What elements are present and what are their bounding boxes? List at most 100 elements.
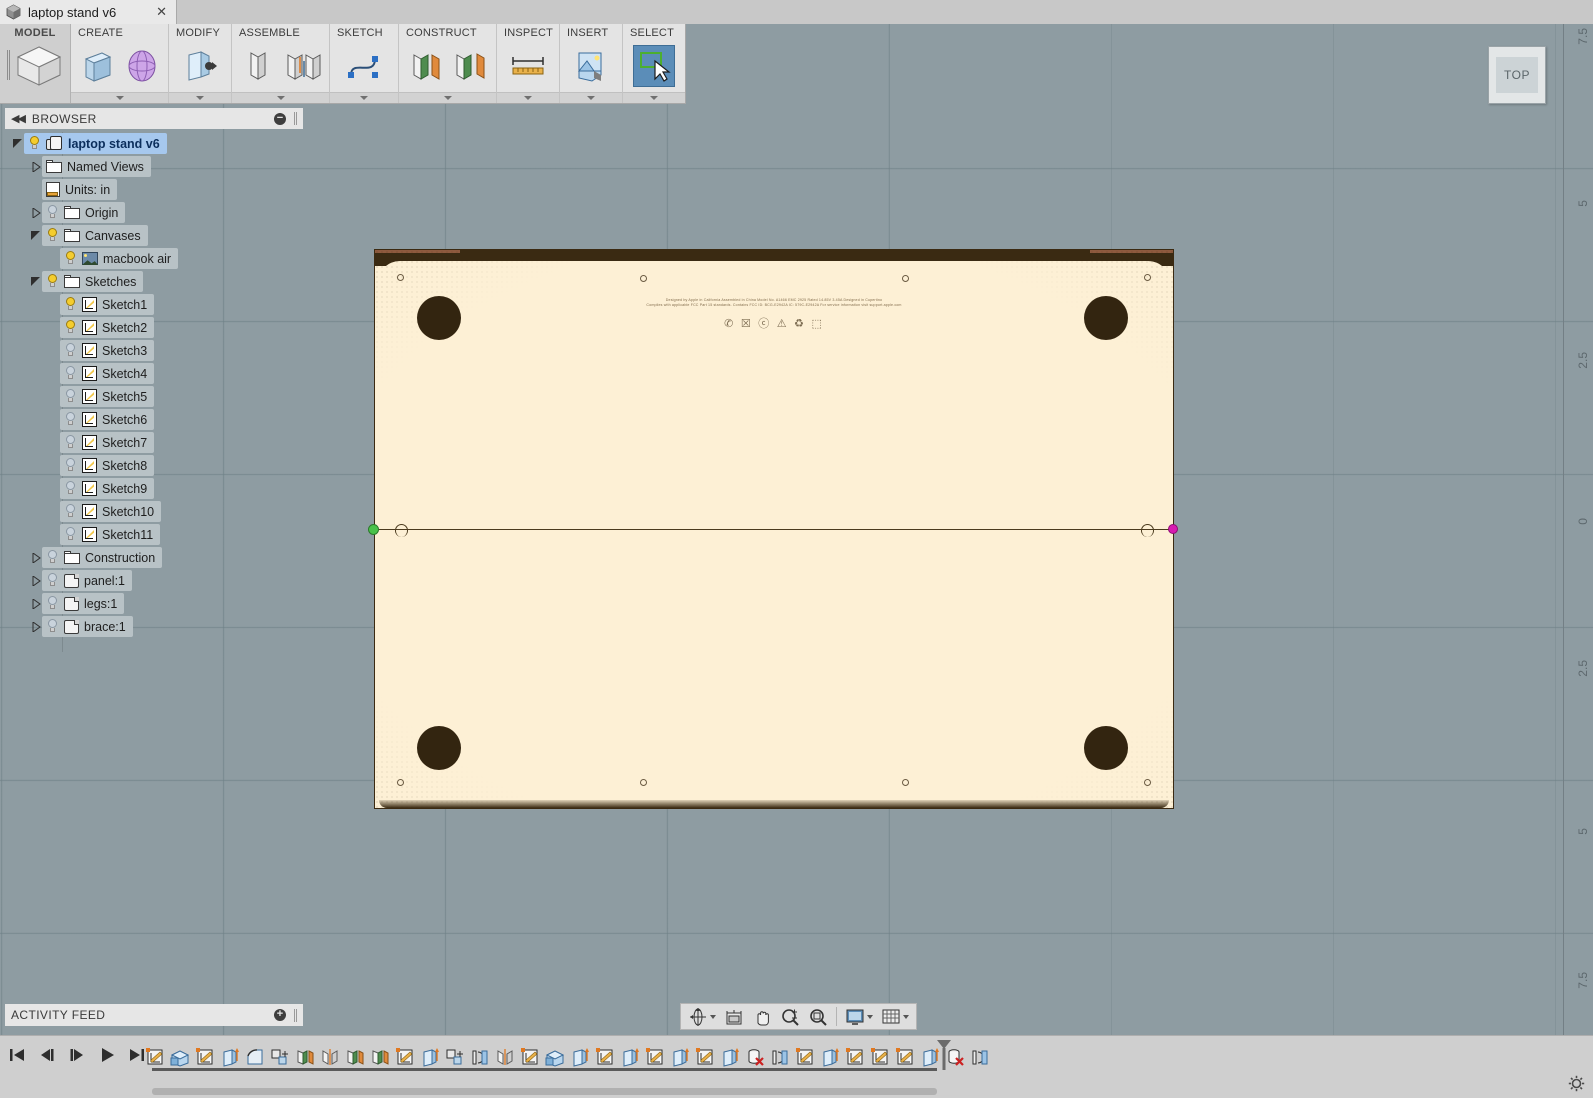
- light-bulb-icon[interactable]: [64, 297, 77, 312]
- tree-item-pill[interactable]: Named Views: [42, 156, 151, 177]
- go-to-beginning-icon[interactable]: [8, 1046, 26, 1064]
- document-tab[interactable]: laptop stand v6 ✕: [0, 0, 177, 24]
- tree-item-pill[interactable]: Sketch11: [60, 524, 160, 545]
- tree-item-pill[interactable]: Origin: [42, 202, 125, 223]
- chevron-right-icon[interactable]: [30, 161, 42, 173]
- tree-item-pill[interactable]: Canvases: [42, 225, 148, 246]
- tree-item-named-views[interactable]: Named Views: [0, 155, 310, 178]
- tree-item-panel-1[interactable]: panel:1: [0, 569, 310, 592]
- ribbon-panel-assemble-dropdown[interactable]: [232, 92, 329, 103]
- play-icon[interactable]: [98, 1046, 116, 1064]
- tree-item-macbook-air[interactable]: macbook air: [0, 247, 310, 270]
- chevron-down-icon[interactable]: [30, 276, 42, 288]
- timeline-feature-extrude[interactable]: [543, 1044, 566, 1069]
- tree-item-sketches[interactable]: Sketches: [0, 270, 310, 293]
- tree-item-sketch5[interactable]: Sketch5: [0, 385, 310, 408]
- timeline-feature-sketch[interactable]: [843, 1044, 866, 1069]
- zoom-icon[interactable]: [777, 1006, 803, 1028]
- timeline-feature-offset-plane[interactable]: [293, 1044, 316, 1069]
- timeline-feature-sketch[interactable]: [193, 1044, 216, 1069]
- timeline-scrollbar[interactable]: [152, 1088, 937, 1095]
- tree-item-sketch8[interactable]: Sketch8: [0, 454, 310, 477]
- tree-item-laptop-stand-v6[interactable]: laptop stand v6: [0, 132, 310, 155]
- tree-item-sketch7[interactable]: Sketch7: [0, 431, 310, 454]
- ribbon-panel-inspect-dropdown[interactable]: [497, 92, 559, 103]
- light-bulb-icon[interactable]: [28, 136, 41, 151]
- chevron-right-icon[interactable]: [30, 207, 42, 219]
- tree-item-pill[interactable]: Sketch8: [60, 455, 154, 476]
- tree-item-pill[interactable]: macbook air: [60, 248, 178, 269]
- tree-item-pill[interactable]: Sketch9: [60, 478, 154, 499]
- extrude-icon[interactable]: [76, 45, 118, 87]
- resize-grip-icon[interactable]: [294, 112, 297, 125]
- joint-icon[interactable]: [282, 45, 324, 87]
- timeline-feature-sketch[interactable]: [643, 1044, 666, 1069]
- timeline-feature-press-pull[interactable]: [618, 1044, 641, 1069]
- display-settings-icon[interactable]: [842, 1006, 876, 1028]
- timeline-feature-mirror[interactable]: [318, 1044, 341, 1069]
- step-forward-icon[interactable]: [68, 1046, 86, 1064]
- timeline-feature-press-pull[interactable]: [418, 1044, 441, 1069]
- tree-item-sketch1[interactable]: Sketch1: [0, 293, 310, 316]
- fit-icon[interactable]: [805, 1006, 831, 1028]
- tree-item-brace-1[interactable]: brace:1: [0, 615, 310, 638]
- ribbon-panel-modify-dropdown[interactable]: [169, 92, 231, 103]
- light-bulb-icon[interactable]: [64, 527, 77, 542]
- timeline-feature-sketch[interactable]: [593, 1044, 616, 1069]
- light-bulb-icon[interactable]: [64, 481, 77, 496]
- tree-item-pill[interactable]: Sketch1: [60, 294, 154, 315]
- tree-item-pill[interactable]: legs:1: [42, 593, 124, 614]
- minimize-icon[interactable]: −: [274, 113, 286, 125]
- workspace-switcher[interactable]: MODEL: [0, 24, 71, 103]
- timeline-feature-offset-plane[interactable]: [343, 1044, 366, 1069]
- tree-item-sketch11[interactable]: Sketch11: [0, 523, 310, 546]
- plane-angle-icon[interactable]: [449, 45, 491, 87]
- ribbon-panel-construct-dropdown[interactable]: [399, 92, 496, 103]
- ribbon-panel-create-dropdown[interactable]: [71, 92, 168, 103]
- timeline-feature-sketch[interactable]: [868, 1044, 891, 1069]
- resize-grip-icon[interactable]: [294, 1009, 297, 1022]
- tree-item-legs-1[interactable]: legs:1: [0, 592, 310, 615]
- tree-item-sketch4[interactable]: Sketch4: [0, 362, 310, 385]
- light-bulb-icon[interactable]: [46, 274, 59, 289]
- tree-item-sketch10[interactable]: Sketch10: [0, 500, 310, 523]
- timeline-feature-press-pull[interactable]: [718, 1044, 741, 1069]
- tree-item-origin[interactable]: Origin: [0, 201, 310, 224]
- light-bulb-icon[interactable]: [46, 205, 59, 220]
- select-window-icon[interactable]: [633, 45, 675, 87]
- tree-item-pill[interactable]: brace:1: [42, 616, 133, 637]
- collapse-icon[interactable]: ◀◀: [11, 112, 24, 125]
- timeline-feature-offset-plane[interactable]: [368, 1044, 391, 1069]
- timeline-feature-extrude[interactable]: [168, 1044, 191, 1069]
- tree-item-pill[interactable]: laptop stand v6: [24, 133, 167, 154]
- spline-icon[interactable]: [343, 45, 385, 87]
- light-bulb-icon[interactable]: [46, 619, 59, 634]
- timeline-feature-sketch[interactable]: [893, 1044, 916, 1069]
- step-back-icon[interactable]: [38, 1046, 56, 1064]
- light-bulb-icon[interactable]: [64, 435, 77, 450]
- grid-snaps-icon[interactable]: [878, 1006, 912, 1028]
- ribbon-panel-insert-dropdown[interactable]: [560, 92, 622, 103]
- light-bulb-icon[interactable]: [64, 389, 77, 404]
- chevron-right-icon[interactable]: [30, 621, 42, 633]
- timeline-feature-press-pull[interactable]: [818, 1044, 841, 1069]
- offset-plane-icon[interactable]: [404, 45, 446, 87]
- chevron-right-icon[interactable]: [30, 575, 42, 587]
- timeline-feature-joint[interactable]: [468, 1044, 491, 1069]
- tree-item-pill[interactable]: Sketch10: [60, 501, 161, 522]
- light-bulb-icon[interactable]: [64, 504, 77, 519]
- look-at-icon[interactable]: [721, 1006, 747, 1028]
- light-bulb-icon[interactable]: [64, 343, 77, 358]
- tree-item-pill[interactable]: Sketch5: [60, 386, 154, 407]
- timeline-end-marker[interactable]: [935, 1040, 953, 1070]
- timeline-feature-joint[interactable]: [768, 1044, 791, 1069]
- view-cube[interactable]: TOP: [1488, 46, 1546, 104]
- close-icon[interactable]: ✕: [153, 4, 170, 20]
- timeline-feature-component[interactable]: [268, 1044, 291, 1069]
- timeline-feature-press-pull[interactable]: [568, 1044, 591, 1069]
- timeline-feature-sketch[interactable]: [143, 1044, 166, 1069]
- tree-item-sketch3[interactable]: Sketch3: [0, 339, 310, 362]
- tree-item-pill[interactable]: Units: in: [42, 179, 117, 200]
- tree-item-sketch2[interactable]: Sketch2: [0, 316, 310, 339]
- light-bulb-icon[interactable]: [64, 458, 77, 473]
